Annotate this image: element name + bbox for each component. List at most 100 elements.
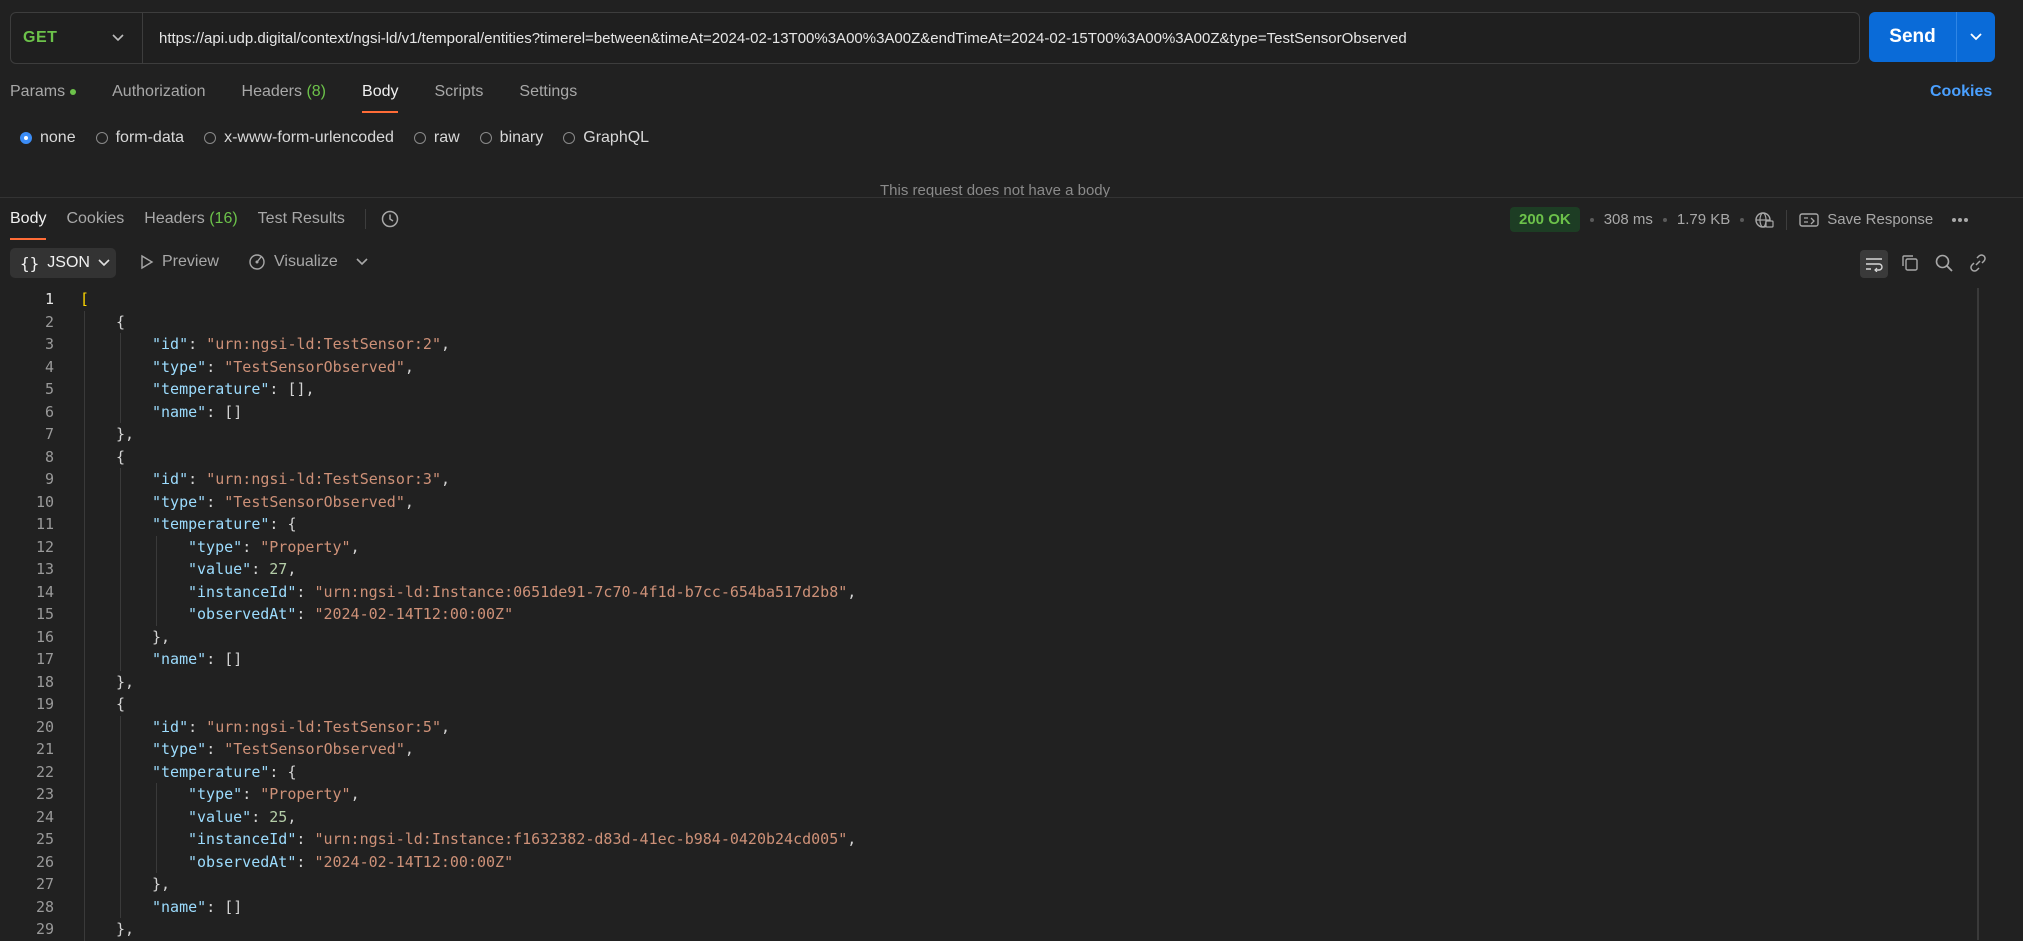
indent-guide bbox=[120, 400, 121, 423]
line-number: 15 bbox=[35, 605, 54, 623]
indent-guide bbox=[84, 490, 85, 513]
pane-divider[interactable] bbox=[0, 197, 2023, 198]
tab-settings[interactable]: Settings bbox=[519, 83, 577, 101]
line-number: 11 bbox=[35, 515, 54, 533]
line-number: 21 bbox=[35, 740, 54, 758]
preview-label: Preview bbox=[162, 253, 219, 270]
code-line: 2{ bbox=[0, 310, 1980, 333]
code-text: }, bbox=[80, 625, 170, 648]
chevron-down-icon bbox=[1970, 33, 1982, 41]
code-text: }, bbox=[80, 873, 170, 896]
tab-headers[interactable]: Headers (8) bbox=[242, 83, 327, 101]
send-button[interactable]: Send bbox=[1869, 12, 1956, 62]
radio-icon bbox=[479, 132, 492, 144]
indent-guide bbox=[84, 603, 85, 626]
radio-icon bbox=[563, 132, 576, 144]
code-line: 14 "instanceId": "urn:ngsi-ld:Instance:06… bbox=[0, 580, 1980, 603]
code-line: 22 "temperature": { bbox=[0, 760, 1980, 783]
preview-button[interactable]: Preview bbox=[140, 253, 219, 271]
response-code-viewer[interactable]: 1[2{3 "id": "urn:ngsi-ld:TestSensor:2", 4 "… bbox=[0, 288, 1980, 941]
code-text: "instanceId": "urn:ngsi-ld:Instance:f163… bbox=[80, 828, 856, 851]
code-line: 26 "observedAt": "2024-02-14T12:00:00Z" bbox=[0, 850, 1980, 873]
tab-params[interactable]: Params bbox=[10, 83, 77, 101]
format-selector[interactable]: {} JSON bbox=[10, 248, 116, 278]
response-time[interactable]: 308 ms bbox=[1604, 211, 1653, 228]
code-token: "type" bbox=[152, 492, 207, 511]
code-token: "Property" bbox=[260, 785, 351, 803]
url-input[interactable]: https://api.udp.digital/context/ngsi-ld/… bbox=[143, 30, 1407, 47]
code-line: 4 "type": "TestSensorObserved", bbox=[0, 355, 1980, 378]
code-text: "type": "TestSensorObserved", bbox=[80, 738, 414, 761]
visualize-button[interactable]: Visualize bbox=[248, 253, 338, 271]
indent-guide bbox=[156, 805, 157, 828]
line-number: 4 bbox=[44, 357, 54, 376]
network-globe-icon[interactable] bbox=[1754, 211, 1774, 229]
vertical-scrollbar[interactable] bbox=[1977, 288, 1979, 940]
response-tab-body[interactable]: Body bbox=[10, 210, 47, 240]
wrap-lines-icon[interactable] bbox=[1860, 250, 1888, 278]
code-text: { bbox=[80, 693, 125, 716]
save-response-icon bbox=[1799, 212, 1819, 228]
radio-x-www-form-urlencoded[interactable]: x-www-form-urlencoded bbox=[204, 129, 394, 147]
tab-body[interactable]: Body bbox=[362, 83, 399, 113]
status-badge[interactable]: 200 OK bbox=[1510, 207, 1580, 232]
line-number: 3 bbox=[44, 335, 54, 353]
indent-guide bbox=[120, 558, 121, 581]
indent-guide bbox=[84, 918, 85, 941]
radio-raw[interactable]: raw bbox=[413, 129, 460, 147]
tab-authorization[interactable]: Authorization bbox=[112, 83, 205, 101]
method-selector[interactable]: GET bbox=[11, 13, 143, 63]
code-token: "temperature" bbox=[152, 380, 270, 398]
line-number: 13 bbox=[35, 560, 54, 578]
line-number: 22 bbox=[35, 762, 54, 781]
code-token: : bbox=[242, 785, 261, 803]
indent-guide bbox=[84, 378, 85, 401]
indent-guide bbox=[84, 783, 85, 806]
tab-scripts[interactable]: Scripts bbox=[434, 83, 483, 101]
code-text: }, bbox=[80, 670, 134, 693]
radio-binary[interactable]: binary bbox=[479, 129, 543, 147]
search-icon[interactable] bbox=[1934, 253, 1954, 273]
code-token: { bbox=[116, 695, 126, 713]
code-token: "name" bbox=[152, 402, 207, 421]
indent-guide bbox=[84, 648, 85, 671]
line-number: 26 bbox=[35, 852, 54, 871]
radio-none[interactable]: none bbox=[20, 129, 76, 147]
code-token: "value" bbox=[188, 807, 252, 826]
response-tab-body-label: Body bbox=[10, 210, 47, 227]
code-text: "name": [] bbox=[80, 400, 242, 423]
line-number: 6 bbox=[44, 402, 54, 421]
code-text: { bbox=[80, 310, 126, 333]
code-token: : { bbox=[269, 515, 297, 533]
send-options-button[interactable] bbox=[1956, 12, 1995, 62]
url-bar: GET https://api.udp.digital/context/ngsi… bbox=[10, 12, 1860, 64]
response-tab-cookies[interactable]: Cookies bbox=[66, 210, 124, 228]
cookies-link[interactable]: Cookies bbox=[1930, 83, 1992, 101]
code-token: : bbox=[251, 560, 270, 578]
code-token: , bbox=[350, 537, 360, 556]
radio-form-data[interactable]: form-data bbox=[95, 129, 184, 147]
response-tab-headers[interactable]: Headers (16) bbox=[144, 210, 237, 228]
copy-icon[interactable] bbox=[1900, 253, 1920, 273]
radio-graphql[interactable]: GraphQL bbox=[563, 129, 649, 147]
code-token: "urn:ngsi-ld:TestSensor:3" bbox=[206, 470, 441, 488]
indent-guide bbox=[120, 828, 121, 851]
indent-guide bbox=[120, 715, 121, 738]
line-number: 7 bbox=[44, 425, 54, 443]
indent-guide bbox=[84, 738, 85, 761]
history-icon[interactable] bbox=[364, 209, 400, 229]
response-tab-test-results[interactable]: Test Results bbox=[258, 210, 345, 228]
indent-guide bbox=[120, 648, 121, 671]
more-options-icon[interactable] bbox=[1951, 217, 1969, 223]
code-token: { bbox=[116, 312, 126, 331]
response-size[interactable]: 1.79 KB bbox=[1677, 211, 1730, 228]
visualize-options-chevron-icon[interactable] bbox=[356, 258, 368, 266]
indent-guide bbox=[84, 445, 85, 468]
code-token: "Property" bbox=[260, 537, 351, 556]
link-icon[interactable] bbox=[1968, 253, 1988, 273]
line-number: 14 bbox=[35, 582, 54, 601]
indent-guide bbox=[156, 828, 157, 851]
braces-icon: {} bbox=[20, 253, 40, 273]
save-response-button[interactable]: Save Response bbox=[1799, 211, 1933, 228]
code-token: "observedAt" bbox=[188, 605, 297, 623]
